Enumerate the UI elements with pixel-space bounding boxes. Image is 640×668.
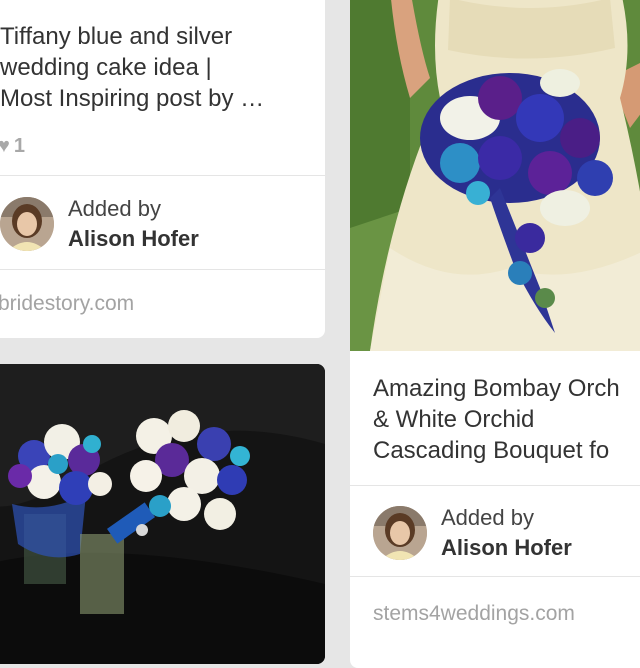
pin-image[interactable] [0, 364, 325, 664]
pin-title[interactable]: Tiffany blue and silver wedding cake ide… [0, 21, 264, 114]
added-by-label: Added by [68, 196, 161, 221]
heart-icon: ♥ [0, 135, 10, 157]
pin-title-line-1: Tiffany blue and silver [0, 23, 233, 50]
pin-title-line-3: Most Inspiring post by … [0, 85, 265, 112]
source-link[interactable]: stems4weddings.com [373, 602, 575, 626]
pin-title-line-2: & White Orchid [373, 406, 535, 433]
divider [0, 269, 325, 270]
pinner-name[interactable]: Alison Hofer [68, 224, 199, 254]
pinner-attribution[interactable]: Added by Alison Hofer [373, 503, 572, 563]
pin-title-line-1: Amazing Bombay Orch [373, 375, 620, 402]
pinner-name[interactable]: Alison Hofer [441, 533, 572, 563]
divider [0, 175, 325, 176]
divider [350, 576, 640, 577]
source-link[interactable]: bridestory.com [0, 292, 134, 316]
divider [350, 485, 640, 486]
pin-title-line-2: wedding cake idea | [0, 54, 212, 81]
like-count[interactable]: ♥ 1 [0, 135, 25, 158]
pin-title-line-3: Cascading Bouquet fo [373, 437, 610, 464]
avatar[interactable] [373, 506, 427, 560]
pin-card-orchid-bouquet[interactable]: Amazing Bombay Orch & White Orchid Casca… [350, 0, 640, 668]
pin-card-cake[interactable]: Tiffany blue and silver wedding cake ide… [0, 0, 325, 338]
pin-image[interactable] [350, 0, 640, 351]
pinner-attribution[interactable]: Added by Alison Hofer [0, 194, 199, 254]
pin-title[interactable]: Amazing Bombay Orch & White Orchid Casca… [373, 373, 620, 466]
avatar[interactable] [0, 197, 54, 251]
like-count-value: 1 [13, 135, 25, 157]
pin-card-bouquets[interactable] [0, 364, 325, 664]
added-by-label: Added by [441, 505, 534, 530]
